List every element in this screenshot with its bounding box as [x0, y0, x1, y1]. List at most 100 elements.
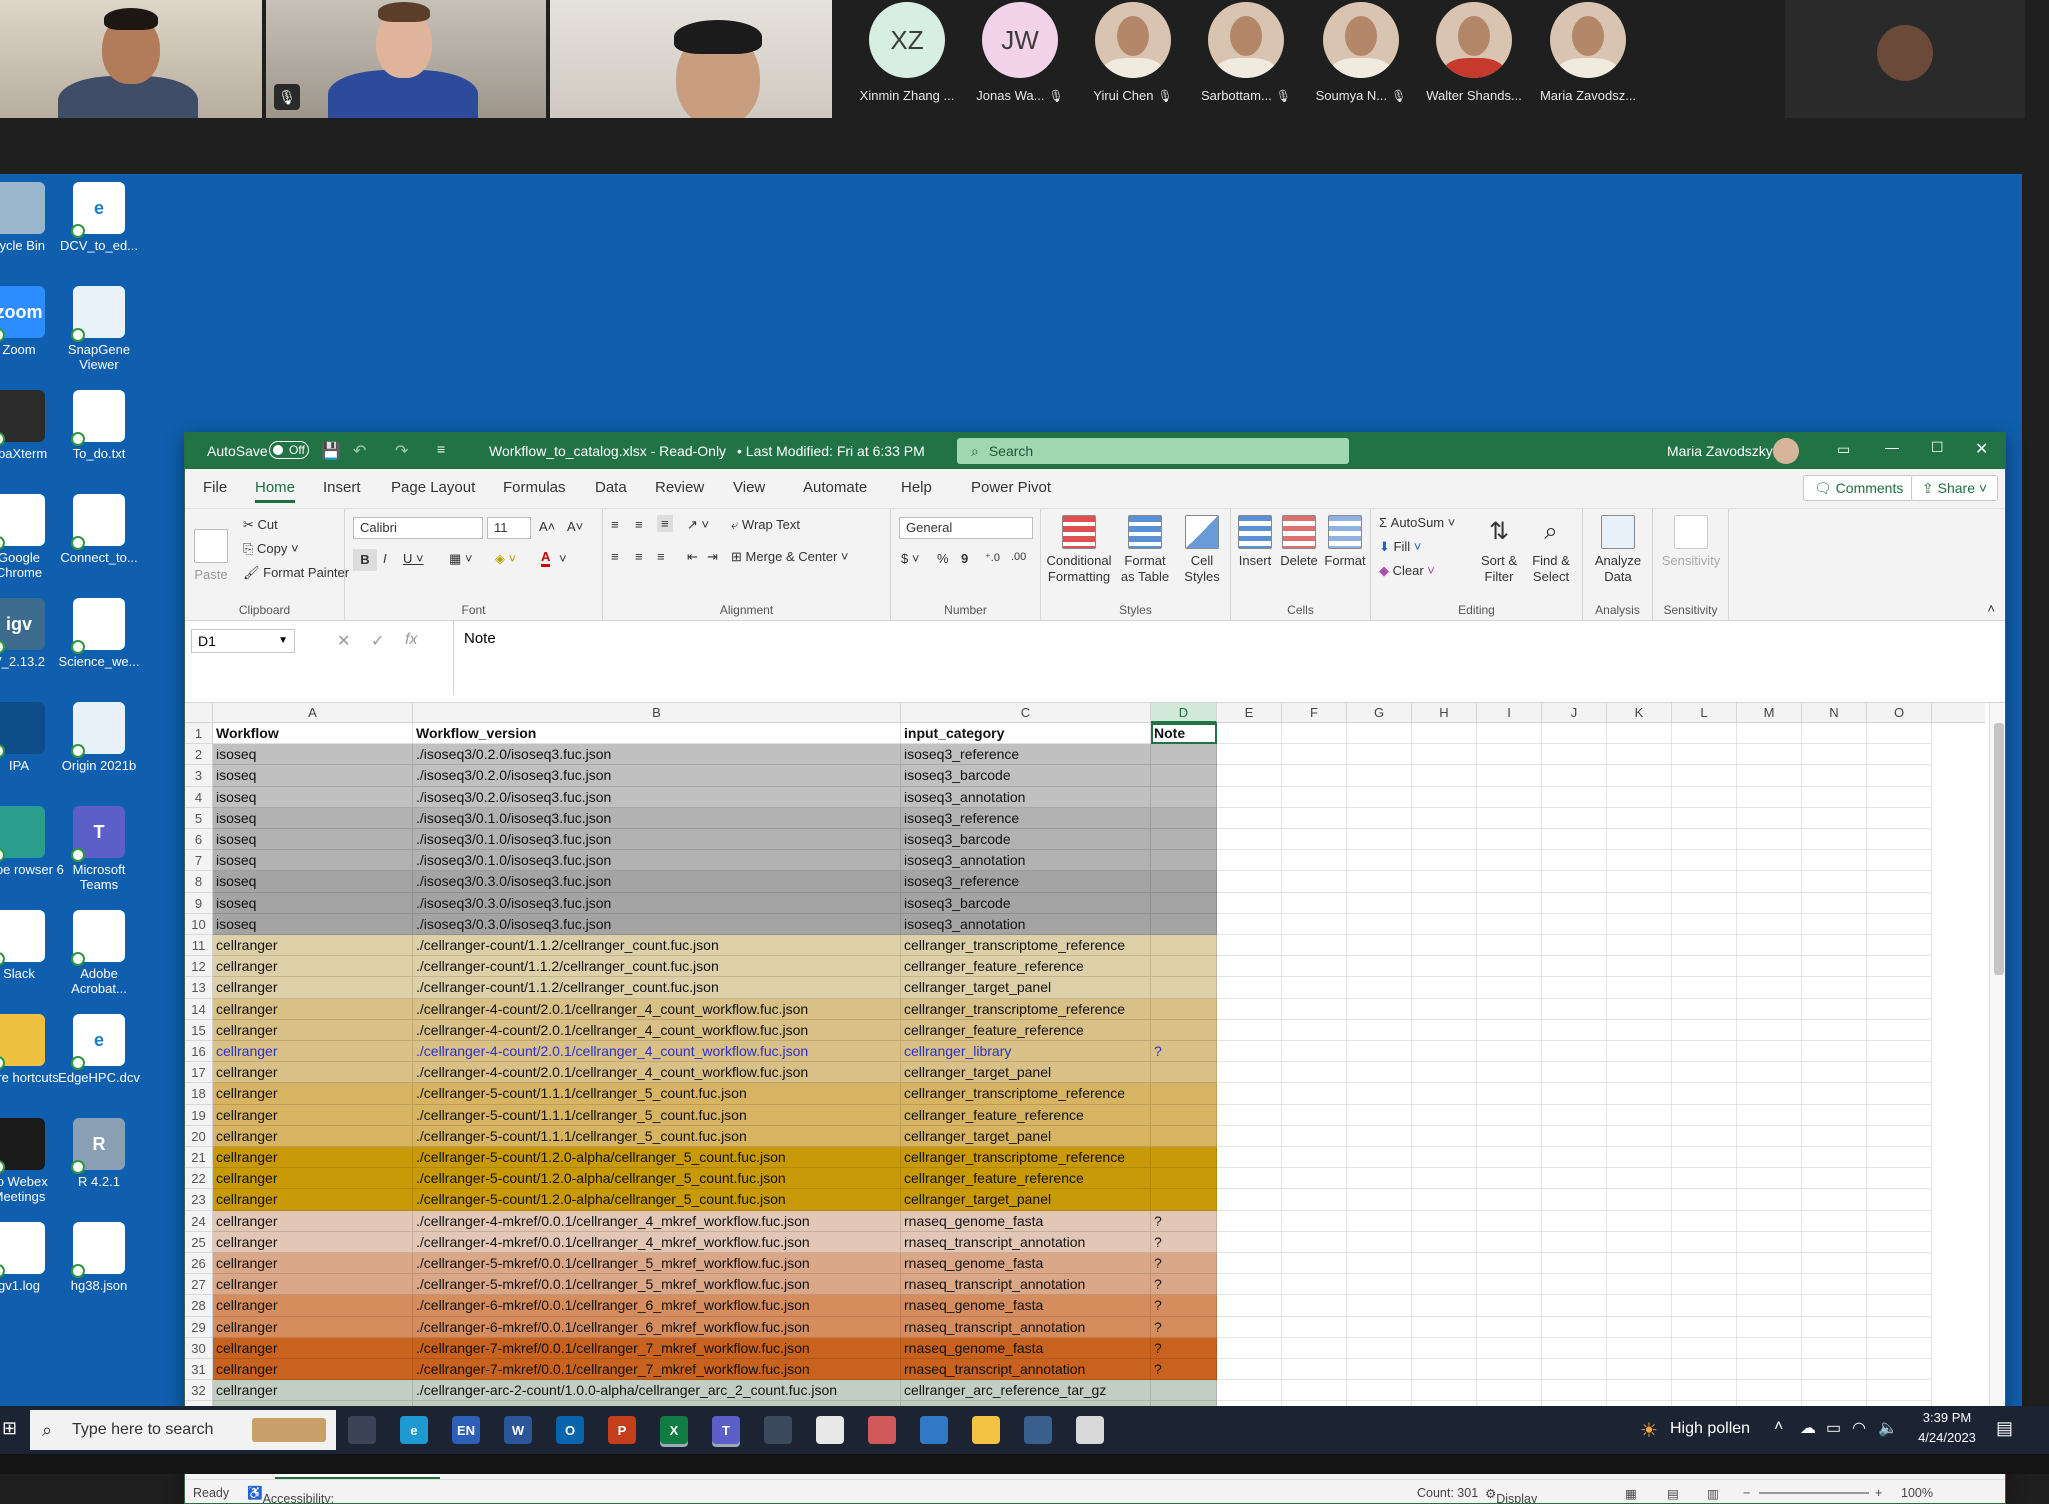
borders-icon[interactable]: ▦ ˅	[449, 551, 473, 567]
format-painter-button[interactable]: 🖌 Format Painter	[243, 565, 349, 581]
empty-cell[interactable]	[1347, 1231, 1412, 1253]
empty-cell[interactable]	[1802, 1083, 1867, 1105]
empty-cell[interactable]	[1802, 807, 1867, 829]
cell-c20[interactable]: cellranger_target_panel	[901, 1125, 1151, 1147]
empty-cell[interactable]	[1282, 829, 1347, 851]
cell-a16[interactable]: cellranger	[213, 1041, 413, 1063]
empty-cell[interactable]	[1347, 1316, 1412, 1338]
tab-file[interactable]: File	[203, 479, 227, 496]
cell-d7[interactable]	[1151, 850, 1217, 872]
cell-b30[interactable]: ./cellranger-7-mkref/0.0.1/cellranger_7_…	[413, 1337, 901, 1359]
cell-d18[interactable]	[1151, 1083, 1217, 1105]
empty-cell[interactable]	[1737, 765, 1802, 787]
empty-cell[interactable]	[1412, 1359, 1477, 1381]
participant-tile[interactable]: JW Jonas Wa... 🎙	[964, 0, 1076, 103]
empty-cell[interactable]	[1607, 1210, 1672, 1232]
row-number[interactable]: 11	[185, 935, 213, 957]
empty-cell[interactable]	[1867, 829, 1932, 851]
weather-text[interactable]: High pollen	[1670, 1420, 1750, 1438]
empty-cell[interactable]	[1217, 1295, 1282, 1317]
cell-a25[interactable]: cellranger	[213, 1231, 413, 1253]
empty-cell[interactable]	[1737, 998, 1802, 1020]
empty-cell[interactable]	[1217, 1083, 1282, 1105]
cell-a1[interactable]: Workflow	[213, 723, 413, 745]
video-tile[interactable]	[550, 0, 832, 118]
maximize-icon[interactable]: ☐	[1931, 439, 1944, 456]
empty-cell[interactable]	[1867, 1083, 1932, 1105]
empty-cell[interactable]	[1802, 913, 1867, 935]
row-number[interactable]: 8	[185, 871, 213, 893]
empty-cell[interactable]	[1542, 913, 1607, 935]
empty-cell[interactable]	[1347, 998, 1412, 1020]
empty-cell[interactable]	[1672, 1062, 1737, 1084]
empty-cell[interactable]	[1477, 829, 1542, 851]
empty-cell[interactable]	[1672, 1316, 1737, 1338]
empty-cell[interactable]	[1672, 1189, 1737, 1211]
empty-cell[interactable]	[1412, 1316, 1477, 1338]
cell-b5[interactable]: ./isoseq3/0.1.0/isoseq3.fuc.json	[413, 807, 901, 829]
cell-a32[interactable]: cellranger	[213, 1380, 413, 1402]
empty-cell[interactable]	[1412, 1337, 1477, 1359]
clock-date[interactable]: 4/24/2023	[1910, 1430, 1984, 1445]
empty-cell[interactable]	[1867, 1253, 1932, 1275]
empty-cell[interactable]	[1347, 850, 1412, 872]
empty-cell[interactable]	[1542, 1062, 1607, 1084]
tab-view[interactable]: View	[733, 479, 765, 496]
empty-cell[interactable]	[1347, 1380, 1412, 1402]
empty-cell[interactable]	[1607, 786, 1672, 808]
desktop-icon[interactable]: RR 4.2.1	[54, 1118, 144, 1189]
formula-input[interactable]: Note	[453, 621, 1999, 695]
empty-cell[interactable]	[1867, 1274, 1932, 1296]
empty-cell[interactable]	[1347, 1083, 1412, 1105]
column-header-g[interactable]: G	[1347, 703, 1412, 723]
empty-cell[interactable]	[1217, 1231, 1282, 1253]
format-cells-button[interactable]: Format	[1323, 515, 1367, 569]
empty-cell[interactable]	[1867, 786, 1932, 808]
empty-cell[interactable]	[1412, 829, 1477, 851]
empty-cell[interactable]	[1607, 1295, 1672, 1317]
empty-cell[interactable]	[1217, 892, 1282, 914]
empty-cell[interactable]	[1542, 1359, 1607, 1381]
decrease-decimal-icon[interactable]: .00	[1011, 551, 1026, 563]
participant-tile[interactable]: Yirui Chen 🎙	[1077, 0, 1189, 103]
empty-cell[interactable]	[1542, 1316, 1607, 1338]
empty-cell[interactable]	[1542, 1147, 1607, 1169]
cell-b7[interactable]: ./isoseq3/0.1.0/isoseq3.fuc.json	[413, 850, 901, 872]
cell-c9[interactable]: isoseq3_barcode	[901, 892, 1151, 914]
empty-cell[interactable]	[1282, 1147, 1347, 1169]
empty-cell[interactable]	[1607, 1253, 1672, 1275]
tab-home[interactable]: Home	[255, 479, 296, 503]
row-number[interactable]: 3	[185, 765, 213, 787]
empty-cell[interactable]	[1282, 1125, 1347, 1147]
clock-time[interactable]: 3:39 PM	[1910, 1410, 1984, 1425]
volume-icon[interactable]: 🔈	[1878, 1418, 1898, 1438]
cell-b23[interactable]: ./cellranger-5-count/1.2.0-alpha/cellran…	[413, 1189, 901, 1211]
empty-cell[interactable]	[1737, 977, 1802, 999]
row-number[interactable]: 18	[185, 1083, 213, 1105]
powerpoint-icon[interactable]: P	[608, 1416, 636, 1444]
empty-cell[interactable]	[1672, 1359, 1737, 1381]
enter-icon[interactable]: ✓	[371, 631, 384, 651]
empty-cell[interactable]	[1477, 723, 1542, 745]
row-number[interactable]: 13	[185, 977, 213, 999]
empty-cell[interactable]	[1802, 1041, 1867, 1063]
empty-cell[interactable]	[1477, 935, 1542, 957]
empty-cell[interactable]	[1672, 723, 1737, 745]
cell-c16[interactable]: cellranger_library	[901, 1041, 1151, 1063]
empty-cell[interactable]	[1802, 1125, 1867, 1147]
number-format-select[interactable]: General	[899, 517, 1033, 539]
empty-cell[interactable]	[1737, 1231, 1802, 1253]
empty-cell[interactable]	[1607, 1189, 1672, 1211]
cell-c15[interactable]: cellranger_feature_reference	[901, 1019, 1151, 1041]
empty-cell[interactable]	[1282, 1295, 1347, 1317]
cell-b13[interactable]: ./cellranger-count/1.1.2/cellranger_coun…	[413, 977, 901, 999]
desktop-icon[interactable]: SnapGene Viewer	[54, 286, 144, 372]
font-size-select[interactable]: 11	[487, 517, 531, 539]
cell-d17[interactable]	[1151, 1062, 1217, 1084]
column-header-c[interactable]: C	[901, 703, 1151, 723]
cell-c31[interactable]: rnaseq_transcript_annotation	[901, 1359, 1151, 1381]
wrap-text-button[interactable]: ⤶ Wrap Text	[731, 517, 800, 533]
increase-decimal-icon[interactable]: ⁺.0	[985, 551, 1000, 564]
cell-c30[interactable]: rnaseq_genome_fasta	[901, 1337, 1151, 1359]
empty-cell[interactable]	[1477, 956, 1542, 978]
